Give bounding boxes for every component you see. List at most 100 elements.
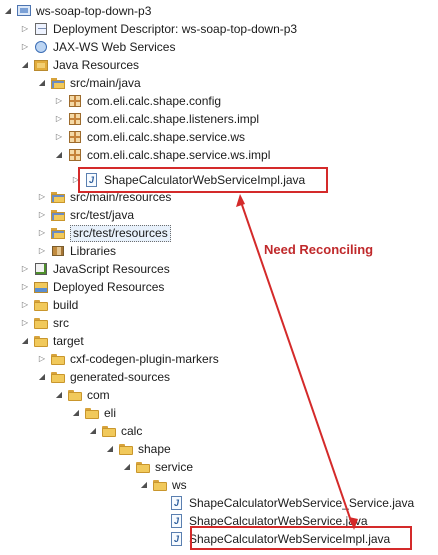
no-twisty	[156, 494, 166, 512]
project-explorer-tree: ◢ ws-soap-top-down-p3 ▷ Deployment Descript…	[0, 0, 438, 555]
tree-item-label: service	[155, 460, 194, 474]
tree-item-label: Deployed Resources	[53, 280, 165, 294]
tree-item[interactable]: ◢ src/main/java	[37, 74, 141, 92]
java-file-icon	[169, 531, 185, 547]
web-services-icon	[33, 39, 49, 55]
folder-icon	[118, 441, 134, 457]
project-icon	[16, 3, 32, 19]
java-file-icon	[169, 513, 185, 529]
expanded-twisty-icon[interactable]: ◢	[139, 476, 149, 494]
java-resources-icon	[33, 57, 49, 73]
tree-item-label: ws	[172, 478, 187, 492]
collapsed-twisty-icon[interactable]: ▷	[20, 278, 30, 296]
tree-item[interactable]: ◢ ws	[139, 476, 187, 494]
folder-icon	[84, 405, 100, 421]
folder-icon	[33, 315, 49, 331]
collapsed-twisty-icon[interactable]: ▷	[54, 92, 64, 110]
expanded-twisty-icon[interactable]: ◢	[54, 386, 64, 404]
tree-item-label: src/test/java	[70, 208, 135, 222]
expanded-twisty-icon[interactable]: ◢	[88, 422, 98, 440]
expanded-twisty-icon[interactable]: ◢	[122, 458, 132, 476]
collapsed-twisty-icon[interactable]: ▷	[54, 110, 64, 128]
tree-item-label: generated-sources	[70, 370, 171, 384]
tree-item[interactable]: ▷ Deployed Resources	[20, 278, 164, 296]
collapsed-twisty-icon[interactable]: ▷	[20, 260, 30, 278]
package-icon	[67, 111, 83, 127]
folder-icon	[33, 333, 49, 349]
tree-item[interactable]: ShapeCalculatorWebService_Service.java	[156, 494, 414, 512]
collapsed-twisty-icon[interactable]: ▷	[20, 314, 30, 332]
expanded-twisty-icon[interactable]: ◢	[37, 74, 47, 92]
tree-item[interactable]: ▷ Deployment Descriptor: ws-soap-top-down…	[20, 20, 297, 38]
tree-item-label: com	[87, 388, 110, 402]
deployed-resources-icon	[33, 279, 49, 295]
tree-item[interactable]: ▷ com.eli.calc.shape.service.ws	[54, 128, 245, 146]
folder-icon	[50, 369, 66, 385]
collapsed-twisty-icon[interactable]: ▷	[20, 296, 30, 314]
tree-item[interactable]: ▷ JAX-WS Web Services	[20, 38, 176, 56]
tree-item-label: calc	[121, 424, 143, 438]
tree-item-label: com.eli.calc.shape.config	[87, 94, 222, 108]
no-twisty	[156, 512, 166, 530]
expanded-twisty-icon[interactable]: ◢	[71, 404, 81, 422]
tree-item[interactable]: ▷ src	[20, 314, 69, 332]
folder-icon	[67, 387, 83, 403]
tree-item-label: Libraries	[70, 244, 117, 258]
collapsed-twisty-icon[interactable]: ▷	[37, 224, 47, 242]
tree-item[interactable]: ▷ Libraries	[37, 242, 116, 260]
highlight-box-source-impl	[78, 167, 328, 193]
tree-item-label: JAX-WS Web Services	[53, 40, 176, 54]
tree-item-label: com.eli.calc.shape.service.ws.impl	[87, 148, 271, 162]
tree-item-label: com.eli.calc.shape.listeners.impl	[87, 112, 260, 126]
collapsed-twisty-icon[interactable]: ▷	[37, 188, 47, 206]
tree-item-label: src	[53, 316, 69, 330]
source-folder-icon	[50, 189, 66, 205]
tree-item-label: ws-soap-top-down-p3	[36, 4, 152, 18]
tree-item[interactable]: ▷ JavaScript Resources	[20, 260, 170, 278]
deployment-descriptor-icon	[33, 21, 49, 37]
package-icon	[67, 129, 83, 145]
highlight-box-generated-impl	[190, 526, 412, 550]
expanded-twisty-icon[interactable]: ◢	[20, 332, 30, 350]
source-folder-icon	[50, 207, 66, 223]
package-icon	[67, 93, 83, 109]
tree-item[interactable]: ◢ calc	[88, 422, 142, 440]
tree-item[interactable]: ◢ com	[54, 386, 110, 404]
tree-item[interactable]: ◢ shape	[105, 440, 171, 458]
libraries-icon	[50, 243, 66, 259]
collapsed-twisty-icon[interactable]: ▷	[37, 206, 47, 224]
folder-icon	[135, 459, 151, 475]
tree-item-label: src/main/java	[70, 76, 141, 90]
expanded-twisty-icon[interactable]: ◢	[105, 440, 115, 458]
collapsed-twisty-icon[interactable]: ▷	[20, 20, 30, 38]
tree-item[interactable]: ◢ target	[20, 332, 84, 350]
package-icon	[67, 147, 83, 163]
collapsed-twisty-icon[interactable]: ▷	[37, 350, 47, 368]
expanded-twisty-icon[interactable]: ◢	[54, 146, 64, 164]
tree-item-label: target	[53, 334, 84, 348]
tree-item-label: ShapeCalculatorWebService_Service.java	[189, 496, 415, 510]
collapsed-twisty-icon[interactable]: ▷	[37, 242, 47, 260]
expanded-twisty-icon[interactable]: ◢	[3, 2, 13, 20]
tree-item-label: JavaScript Resources	[53, 262, 170, 276]
need-reconciling-annotation: Need Reconciling	[264, 242, 374, 257]
tree-item[interactable]: ▷ com.eli.calc.shape.listeners.impl	[54, 110, 259, 128]
collapsed-twisty-icon[interactable]: ▷	[20, 38, 30, 56]
expanded-twisty-icon[interactable]: ◢	[20, 56, 30, 74]
tree-item[interactable]: ▷ build	[20, 296, 78, 314]
tree-item[interactable]: ▷ cxf-codegen-plugin-markers	[37, 350, 219, 368]
tree-item[interactable]: ◢ ws-soap-top-down-p3	[3, 2, 151, 20]
expanded-twisty-icon[interactable]: ◢	[37, 368, 47, 386]
tree-item-label: cxf-codegen-plugin-markers	[70, 352, 219, 366]
tree-item[interactable]: ◢ service	[122, 458, 193, 476]
tree-item[interactable]: ◢ generated-sources	[37, 368, 170, 386]
tree-item[interactable]: ▷ src/test/resources	[37, 224, 171, 242]
tree-item[interactable]: ◢ com.eli.calc.shape.service.ws.impl	[54, 146, 270, 164]
tree-item-label: Java Resources	[53, 58, 140, 72]
tree-item[interactable]: ◢ Java Resources	[20, 56, 139, 74]
collapsed-twisty-icon[interactable]: ▷	[54, 128, 64, 146]
tree-item[interactable]: ◢ eli	[71, 404, 116, 422]
java-file-icon	[169, 495, 185, 511]
tree-item[interactable]: ▷ com.eli.calc.shape.config	[54, 92, 221, 110]
tree-item[interactable]: ▷ src/test/java	[37, 206, 134, 224]
